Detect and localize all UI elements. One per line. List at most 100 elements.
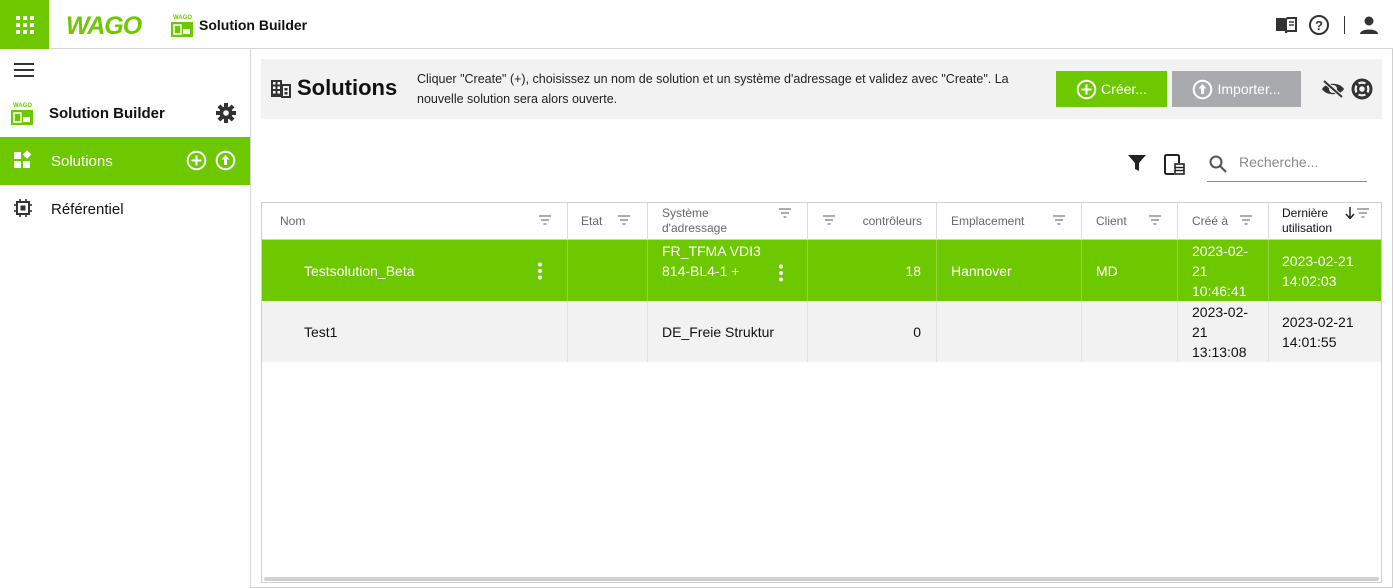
filter-list-icon[interactable]: [1149, 215, 1161, 225]
cell-controllers: 18: [808, 240, 937, 301]
column-header-controllers[interactable]: contrôleurs: [808, 203, 937, 240]
cell-state: [568, 240, 648, 301]
filter-list-icon[interactable]: [539, 215, 551, 225]
more-vertical-icon[interactable]: [779, 264, 783, 282]
app-launcher-button[interactable]: [0, 0, 49, 49]
table-row[interactable]: Test1 DE_Freie Struktur 0 2023-02-21 13:…: [262, 301, 1381, 362]
column-header-last-used[interactable]: Dernière utilisation: [1269, 203, 1381, 240]
import-button[interactable]: Importer...: [1172, 71, 1301, 107]
cell-created: 2023-02-21 13:13:08: [1178, 301, 1269, 362]
filter-list-icon[interactable]: [618, 215, 630, 225]
divider: [1344, 16, 1345, 34]
cell-text: MD: [1096, 263, 1118, 279]
column-header-location[interactable]: Emplacement: [937, 203, 1082, 240]
cell-name: Test1: [262, 301, 568, 362]
visibility-off-icon[interactable]: [1321, 79, 1345, 99]
svg-text:?: ?: [1315, 18, 1323, 33]
solution-builder-icon: WAGO: [11, 103, 33, 125]
horizontal-scrollbar[interactable]: [264, 577, 1379, 581]
search-box: [1207, 148, 1367, 182]
page-header: Solutions Cliquer "Create" (+), choisiss…: [261, 59, 1382, 119]
top-right-actions: ?: [1274, 14, 1379, 36]
column-header-label: Système d'adressage: [662, 206, 728, 235]
book-icon[interactable]: [1274, 15, 1298, 35]
cell-text: DE_Freie Struktur: [662, 324, 775, 340]
cell-text: 18: [905, 263, 921, 279]
create-button[interactable]: Créer...: [1056, 71, 1167, 107]
sort-descending-icon[interactable]: [1345, 207, 1355, 219]
column-header-label: contrôleurs: [862, 214, 922, 228]
table-columns-icon[interactable]: [1164, 154, 1186, 176]
column-header-name[interactable]: Nom: [262, 203, 568, 240]
table-row[interactable]: Testsolution_Beta FR_TFMA VDI3814-BL4-1 …: [262, 240, 1381, 301]
cell-client: MD: [1082, 240, 1178, 301]
sidebar-header: WAGO Solution Builder: [10, 101, 240, 127]
support-icon[interactable]: [1351, 78, 1373, 100]
cell-state: [568, 301, 648, 362]
menu-icon[interactable]: [14, 63, 34, 77]
add-circle-icon[interactable]: [186, 150, 207, 171]
cell-text: Hannover: [951, 263, 1012, 279]
solutions-table: Nom Etat Système d'adressage contrôleurs…: [261, 202, 1382, 583]
add-circle-icon: [1076, 79, 1097, 99]
sidebar-item-solutions[interactable]: Solutions: [0, 137, 250, 185]
column-header-label: Dernière utilisation: [1282, 206, 1333, 235]
column-header-addressing[interactable]: Système d'adressage: [648, 203, 808, 240]
import-button-label: Importer...: [1217, 81, 1281, 97]
cell-text: Testsolution_Beta: [304, 263, 415, 279]
apps-grid-icon: [15, 15, 34, 34]
wago-logo: WAGO: [66, 12, 144, 38]
upload-circle-icon: [1193, 79, 1213, 99]
column-header-created[interactable]: Créé à: [1178, 203, 1269, 240]
widgets-icon: [14, 150, 32, 168]
cell-location: Hannover: [937, 240, 1082, 301]
cell-created: 2023-02-21 10:46:41: [1178, 240, 1269, 301]
filter-list-icon[interactable]: [1240, 215, 1252, 225]
cell-last-used: 2023-02-21 14:01:55: [1269, 301, 1381, 362]
svg-text:WAGO: WAGO: [173, 15, 192, 21]
help-text: Cliquer "Create" (+), choisissez un nom …: [417, 72, 1009, 106]
search-icon: [1209, 155, 1227, 173]
building-icon: [271, 80, 291, 98]
cell-text: Test1: [304, 324, 338, 340]
cell-text: 2023-02-21 10:46:41: [1192, 243, 1249, 299]
column-header-label: Client: [1096, 214, 1127, 228]
cell-text: 0: [913, 324, 921, 340]
column-header-client[interactable]: Client: [1082, 203, 1178, 240]
cell-name: Testsolution_Beta: [262, 240, 568, 301]
help-icon[interactable]: ?: [1308, 14, 1330, 36]
cell-controllers: 0: [808, 301, 937, 362]
cell-addressing: FR_TFMA VDI3814-BL4-1 +: [648, 240, 808, 301]
solution-builder-icon: WAGO: [171, 15, 193, 37]
gear-icon[interactable]: [215, 102, 237, 124]
cell-client: [1082, 301, 1178, 362]
sidebar-item-actions: [186, 150, 236, 171]
filter-icon[interactable]: [1128, 155, 1146, 172]
svg-text:WAGO: WAGO: [66, 12, 143, 38]
upload-circle-icon[interactable]: [215, 150, 236, 171]
filter-list-icon[interactable]: [823, 215, 835, 225]
sidebar-item-label: Référentiel: [51, 201, 124, 218]
cell-text: 2023-02-21 14:01:55: [1282, 314, 1354, 350]
search-input[interactable]: [1239, 154, 1363, 170]
cell-location: [937, 301, 1082, 362]
cell-text: 2023-02-21 13:13:08: [1192, 304, 1249, 360]
cell-text: 2023-02-21 14:02:03: [1282, 253, 1354, 289]
filter-list-icon[interactable]: [779, 208, 791, 218]
column-header-state[interactable]: Etat: [568, 203, 648, 240]
sidebar: WAGO Solution Builder Solutions Référent…: [0, 49, 251, 588]
chip-icon: [14, 199, 32, 217]
filter-list-icon[interactable]: [1053, 215, 1065, 225]
top-bar: WAGO WAGO Solution Builder ?: [0, 0, 1393, 49]
cell-addressing: DE_Freie Struktur: [648, 301, 808, 362]
filter-list-icon[interactable]: [1357, 208, 1369, 218]
page-title: Solutions: [297, 75, 398, 100]
column-header-label: Nom: [280, 214, 306, 228]
column-header-label: Emplacement: [951, 214, 1025, 228]
sidebar-item-referentiel[interactable]: Référentiel: [0, 185, 250, 233]
sidebar-item-label: Solutions: [51, 153, 113, 170]
svg-text:WAGO: WAGO: [13, 103, 32, 109]
more-vertical-icon[interactable]: [538, 262, 542, 280]
column-header-label: Créé à: [1192, 214, 1229, 228]
user-icon[interactable]: [1359, 15, 1379, 35]
